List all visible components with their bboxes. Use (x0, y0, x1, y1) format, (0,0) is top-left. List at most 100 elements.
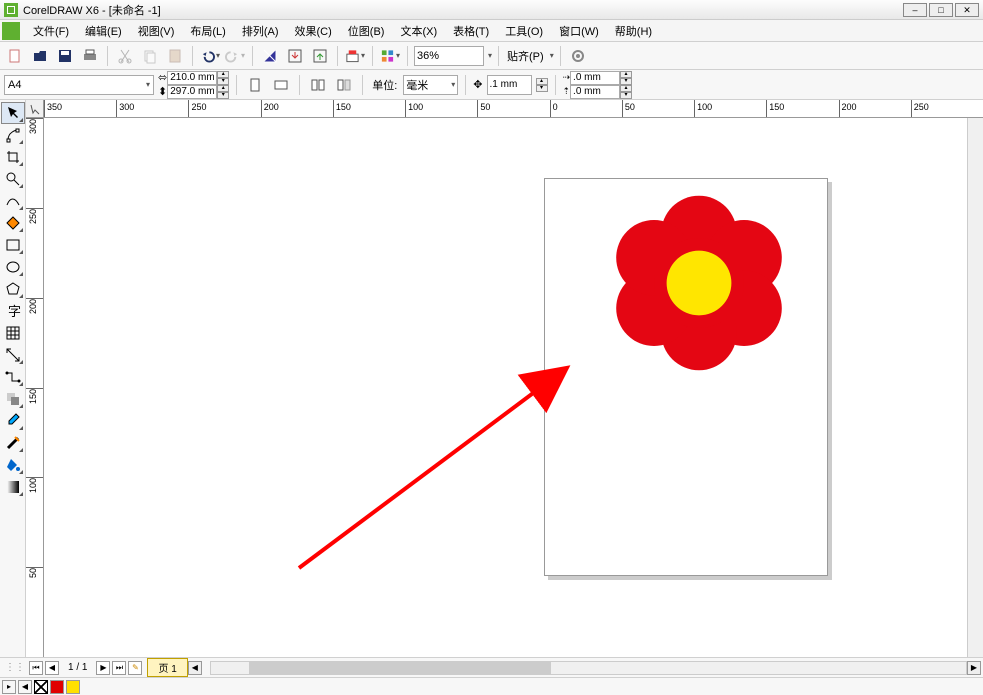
dup-x-input[interactable] (570, 71, 620, 85)
menu-view[interactable]: 视图(V) (130, 21, 183, 41)
close-button[interactable]: ✕ (955, 3, 979, 17)
hruler-tick: 200 (839, 100, 840, 118)
swatch-red[interactable] (50, 680, 64, 694)
flower-shape[interactable] (609, 193, 789, 373)
maximize-button[interactable]: □ (929, 3, 953, 17)
vertical-scrollbar[interactable] (967, 118, 983, 657)
current-page-button[interactable] (333, 74, 355, 96)
zoom-tool[interactable] (1, 168, 25, 190)
portrait-button[interactable] (244, 74, 266, 96)
last-page-button[interactable]: ⏭ (112, 661, 126, 675)
horizontal-ruler[interactable]: 35030025020015010050050100150200250300 (26, 100, 983, 118)
width-up[interactable]: ▴ (217, 71, 229, 78)
zoom-level-input[interactable] (414, 46, 484, 66)
menu-edit[interactable]: 编辑(E) (77, 21, 130, 41)
swatch-yellow[interactable] (66, 680, 80, 694)
rectangle-tool[interactable] (1, 234, 25, 256)
all-pages-button[interactable] (307, 74, 329, 96)
height-up[interactable]: ▴ (217, 85, 229, 92)
crop-tool[interactable] (1, 146, 25, 168)
nudge-down[interactable]: ▾ (536, 85, 548, 92)
snap-label[interactable]: 贴齐(P) (505, 48, 546, 64)
freehand-tool[interactable] (1, 190, 25, 212)
polygon-tool[interactable] (1, 278, 25, 300)
menu-window[interactable]: 窗口(W) (551, 21, 607, 41)
dupx-down[interactable]: ▾ (620, 78, 632, 85)
drawing-canvas[interactable] (44, 118, 967, 657)
palette-flyout-icon[interactable]: ▸ (2, 680, 16, 694)
menu-layout[interactable]: 布局(L) (182, 21, 233, 41)
open-button[interactable] (29, 45, 51, 67)
redo-button[interactable]: ▾ (224, 45, 246, 67)
cut-button[interactable] (114, 45, 136, 67)
paste-button[interactable] (164, 45, 186, 67)
width-down[interactable]: ▾ (217, 78, 229, 85)
height-down[interactable]: ▾ (217, 92, 229, 99)
no-fill-swatch[interactable] (34, 680, 48, 694)
dupy-up[interactable]: ▴ (620, 85, 632, 92)
smart-fill-tool[interactable] (1, 212, 25, 234)
annotation-arrow (289, 358, 579, 578)
menu-bitmaps[interactable]: 位图(B) (340, 21, 393, 41)
window-title: CorelDRAW X6 - [未命名 -1] (23, 2, 161, 18)
dupy-down[interactable]: ▾ (620, 92, 632, 99)
add-page-button[interactable]: ✎ (128, 661, 142, 675)
nudge-input[interactable] (487, 75, 532, 95)
width-icon: ⬄ (158, 71, 167, 84)
fill-tool[interactable] (1, 454, 25, 476)
horizontal-scrollbar[interactable] (210, 661, 967, 675)
next-page-button[interactable]: ▶ (96, 661, 110, 675)
units-combo[interactable]: 毫米 ▾ (403, 75, 458, 95)
options-button[interactable] (567, 45, 589, 67)
ellipse-tool[interactable] (1, 256, 25, 278)
print-button[interactable] (79, 45, 101, 67)
minimize-button[interactable]: – (903, 3, 927, 17)
app-menu-icon[interactable] (2, 22, 20, 40)
dup-y-input[interactable] (570, 85, 620, 99)
page-size-combo[interactable]: A4 ▾ (4, 75, 154, 95)
page-height-input[interactable] (167, 85, 217, 99)
ruler-origin[interactable] (26, 100, 44, 118)
prev-page-button[interactable]: ◀ (45, 661, 59, 675)
nav-grip-icon[interactable]: ⋮⋮ (2, 662, 28, 673)
outline-tool[interactable] (1, 432, 25, 454)
search-content-button[interactable] (259, 45, 281, 67)
dimension-tool[interactable] (1, 344, 25, 366)
connector-tool[interactable] (1, 366, 25, 388)
menu-table[interactable]: 表格(T) (445, 21, 497, 41)
zoom-dropdown-icon[interactable]: ▾ (488, 51, 492, 60)
nudge-up[interactable]: ▴ (536, 78, 548, 85)
shape-tool[interactable] (1, 124, 25, 146)
first-page-button[interactable]: ⏮ (29, 661, 43, 675)
menu-effects[interactable]: 效果(C) (287, 21, 340, 41)
app-launcher-button[interactable]: ▾ (379, 45, 401, 67)
palette-scroll-left[interactable]: ◀ (18, 680, 32, 694)
table-tool[interactable] (1, 322, 25, 344)
page-counter: 1 / 1 (60, 662, 95, 673)
menu-arrange[interactable]: 排列(A) (234, 21, 287, 41)
menu-help[interactable]: 帮助(H) (607, 21, 660, 41)
publish-pdf-button[interactable]: ▾ (344, 45, 366, 67)
menu-file[interactable]: 文件(F) (25, 21, 77, 41)
menu-tools[interactable]: 工具(O) (497, 21, 551, 41)
eyedropper-tool[interactable] (1, 410, 25, 432)
interactive-fill-tool[interactable] (1, 476, 25, 498)
save-button[interactable] (54, 45, 76, 67)
pick-tool[interactable] (1, 102, 25, 124)
new-button[interactable] (4, 45, 26, 67)
hscroll-right[interactable]: ▶ (967, 661, 981, 675)
vertical-ruler[interactable]: 300250200150100500 (26, 118, 44, 657)
landscape-button[interactable] (270, 74, 292, 96)
undo-button[interactable]: ▾ (199, 45, 221, 67)
text-tool[interactable]: 字 (1, 300, 25, 322)
interactive-tool[interactable] (1, 388, 25, 410)
import-button[interactable] (284, 45, 306, 67)
copy-button[interactable] (139, 45, 161, 67)
menu-text[interactable]: 文本(X) (392, 21, 445, 41)
export-button[interactable] (309, 45, 331, 67)
page-tab-1[interactable]: 页 1 (147, 658, 187, 677)
dupx-up[interactable]: ▴ (620, 71, 632, 78)
page-width-input[interactable] (167, 71, 217, 85)
hscroll-left[interactable]: ◀ (188, 661, 202, 675)
page-size-value: A4 (8, 79, 21, 91)
